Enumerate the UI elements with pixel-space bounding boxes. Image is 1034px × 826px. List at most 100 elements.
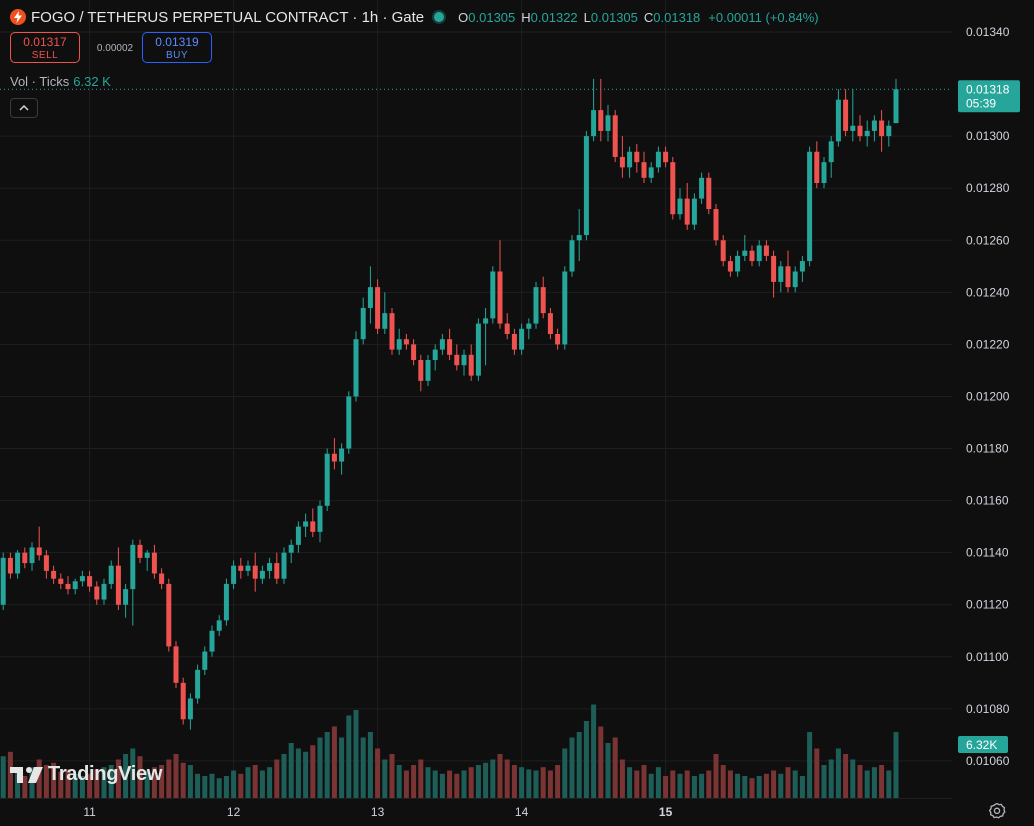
candle-body — [51, 570, 57, 579]
candle-body — [727, 261, 733, 272]
spread-value: 0.00002 — [96, 43, 134, 54]
y-tick-label: 0.01200 — [966, 389, 1010, 403]
volume-legend[interactable]: Vol · Ticks 6.32 K — [10, 74, 111, 89]
volume-bar — [216, 778, 222, 798]
candle-body — [533, 287, 539, 324]
volume-bar — [0, 756, 6, 798]
volume-bar — [828, 759, 834, 798]
volume-bar — [173, 754, 179, 798]
volume-bar — [778, 773, 784, 798]
candle-body — [303, 521, 309, 527]
candle-body — [835, 99, 841, 142]
volume-bar — [180, 762, 186, 798]
y-tick-label: 0.01140 — [966, 546, 1009, 560]
candle-body — [403, 339, 409, 345]
volume-bar — [310, 745, 316, 798]
y-tick-label: 0.01240 — [966, 285, 1010, 299]
volume-bar — [850, 759, 856, 798]
volume-bar — [771, 770, 777, 798]
candle-body — [598, 110, 604, 131]
volume-bar — [879, 765, 885, 798]
y-tick-label: 0.01280 — [966, 181, 1010, 195]
open-value: 0.01305 — [468, 9, 516, 25]
candle-body — [540, 287, 546, 314]
market-status-icon — [434, 12, 445, 22]
volume-bar — [483, 762, 489, 798]
sell-button[interactable]: 0.01317 SELL — [10, 32, 80, 63]
candle-body — [173, 646, 179, 683]
volume-bar — [670, 770, 676, 798]
volume-bar — [353, 710, 359, 798]
candle-body — [231, 565, 237, 584]
volume-bar — [447, 770, 453, 798]
candle-body — [519, 328, 525, 350]
y-tick-label: 0.01160 — [966, 494, 1009, 508]
volume-bar — [871, 767, 877, 798]
candle-body — [72, 581, 78, 590]
candle-body — [684, 198, 690, 225]
candle-body — [267, 563, 273, 571]
candle-body — [331, 453, 337, 462]
candle-body — [699, 177, 705, 199]
candle-body — [511, 333, 517, 350]
volume-legend-label: Vol · Ticks — [10, 74, 70, 89]
volume-bar — [418, 759, 424, 798]
volume-bar — [749, 778, 755, 798]
close-value: 0.01318 — [653, 9, 701, 25]
volume-value-label: 6.32K — [966, 738, 997, 752]
candle-body — [108, 565, 114, 584]
y-tick-label: 0.01180 — [966, 442, 1009, 456]
candle-body — [339, 448, 345, 462]
candle-body — [663, 151, 669, 163]
candle-body — [619, 156, 625, 168]
candle-body — [763, 245, 769, 256]
candle-body — [187, 698, 193, 720]
volume-bar — [367, 732, 373, 798]
collapse-legend-button[interactable] — [10, 98, 38, 118]
volume-bar — [821, 765, 827, 798]
volume-bar — [223, 776, 229, 798]
candle-body — [634, 151, 640, 163]
candle-body — [461, 354, 467, 366]
y-tick-label: 0.01300 — [966, 129, 1010, 143]
candle-body — [166, 583, 172, 647]
volume-bar — [403, 770, 409, 798]
buy-button[interactable]: 0.01319 BUY — [142, 32, 212, 63]
candle-body — [605, 115, 611, 131]
symbol-title[interactable]: FOGO / TETHERUS PERPETUAL CONTRACT · 1h … — [31, 9, 424, 26]
volume-bar — [259, 770, 265, 798]
candle-body — [648, 167, 654, 178]
volume-bar — [497, 754, 503, 798]
candle-body — [475, 323, 481, 376]
candle-body — [317, 505, 323, 532]
candle-body — [425, 360, 431, 381]
candle-body — [821, 162, 827, 183]
candle-body — [324, 453, 330, 506]
candle-body — [367, 287, 373, 308]
volume-bar — [295, 748, 301, 798]
volume-bar — [886, 770, 892, 798]
volume-bar — [540, 767, 546, 798]
candle-body — [195, 669, 201, 699]
candle-body — [238, 565, 244, 571]
volume-bar — [245, 767, 251, 798]
candle-body — [310, 521, 316, 532]
candle-body — [137, 544, 143, 558]
candle-body — [123, 589, 129, 605]
volume-bar — [799, 776, 805, 798]
volume-bar — [598, 726, 604, 798]
volume-bar — [519, 767, 525, 798]
change-value: +0.00011 (+0.84%) — [708, 9, 819, 25]
candle-body — [778, 266, 784, 282]
candle-body — [94, 586, 100, 600]
candlestick-chart[interactable]: 1011121314150.013400.013000.012800.01260… — [0, 0, 1034, 826]
candle-body — [879, 120, 885, 137]
volume-bar — [195, 773, 201, 798]
candle-body — [735, 255, 741, 272]
candle-body — [360, 307, 366, 340]
last-price-value: 0.01318 — [966, 82, 1010, 96]
volume-bar — [533, 770, 539, 798]
settings-gear-icon[interactable] — [988, 802, 1006, 820]
volume-bar — [591, 704, 597, 798]
tradingview-logo[interactable]: TradingView — [10, 763, 162, 786]
